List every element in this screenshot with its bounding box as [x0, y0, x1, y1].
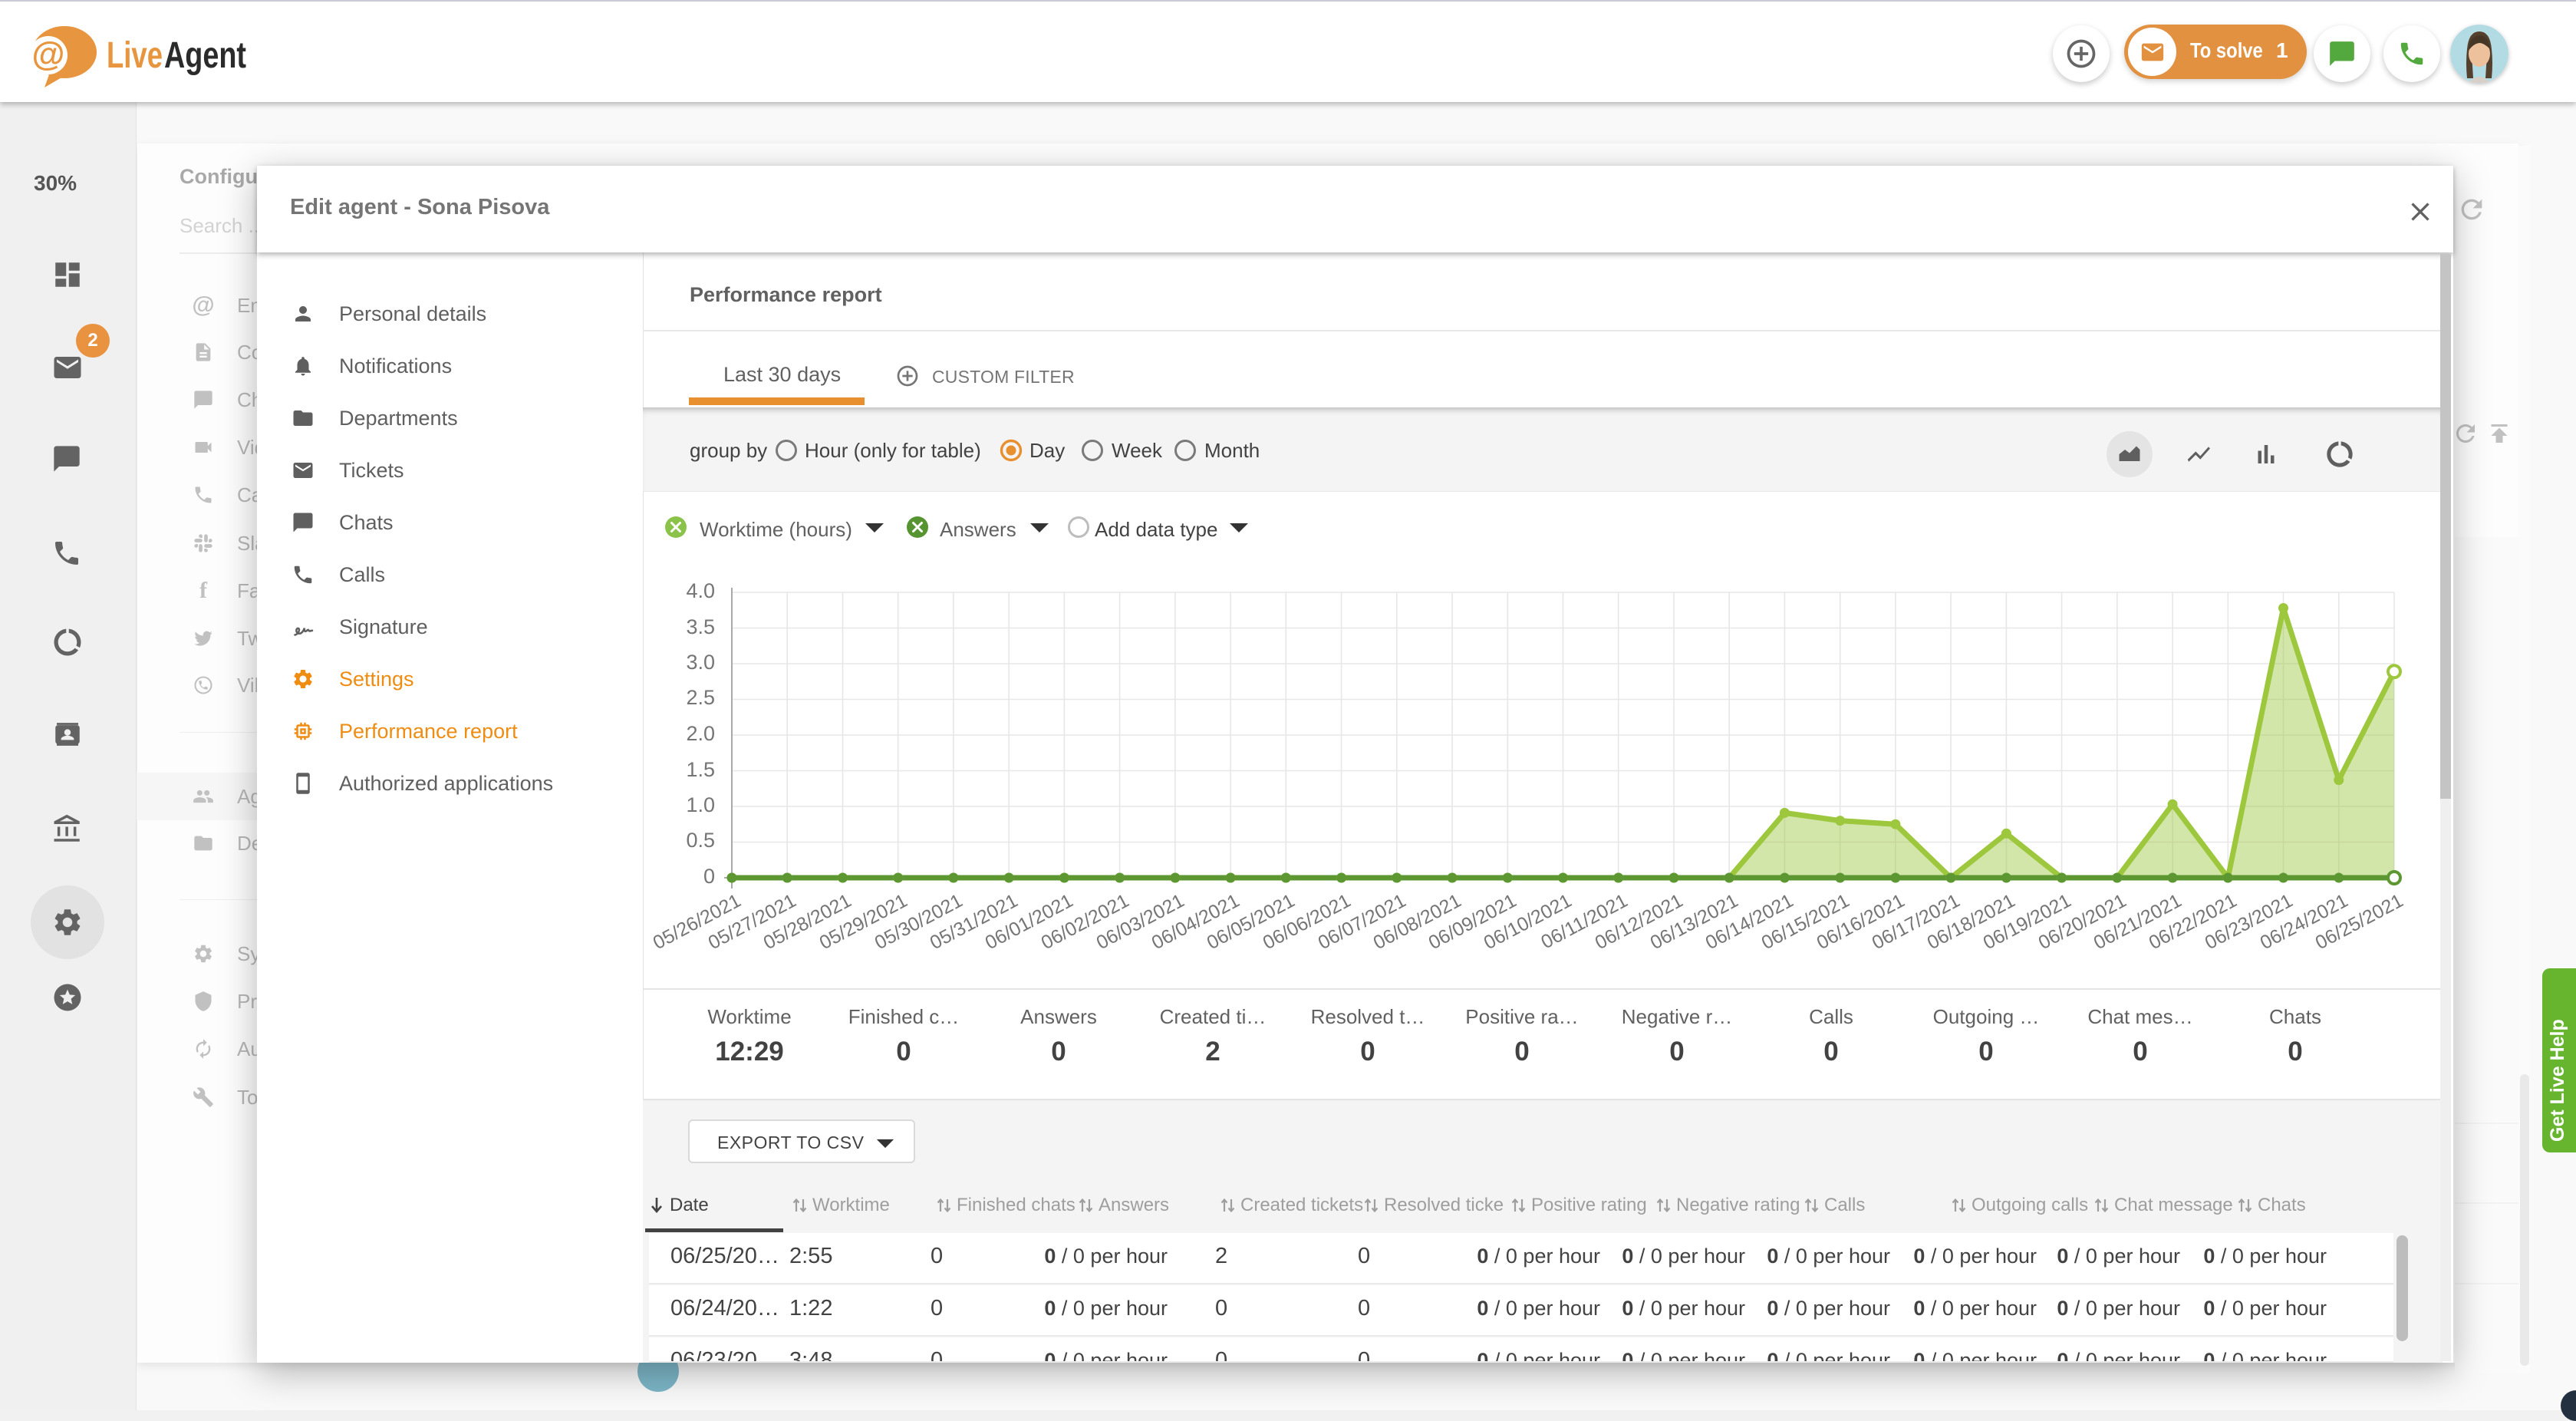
- svg-text:Agent: Agent: [164, 35, 246, 76]
- svg-text:Live: Live: [107, 35, 163, 76]
- svg-text:@: @: [32, 35, 65, 73]
